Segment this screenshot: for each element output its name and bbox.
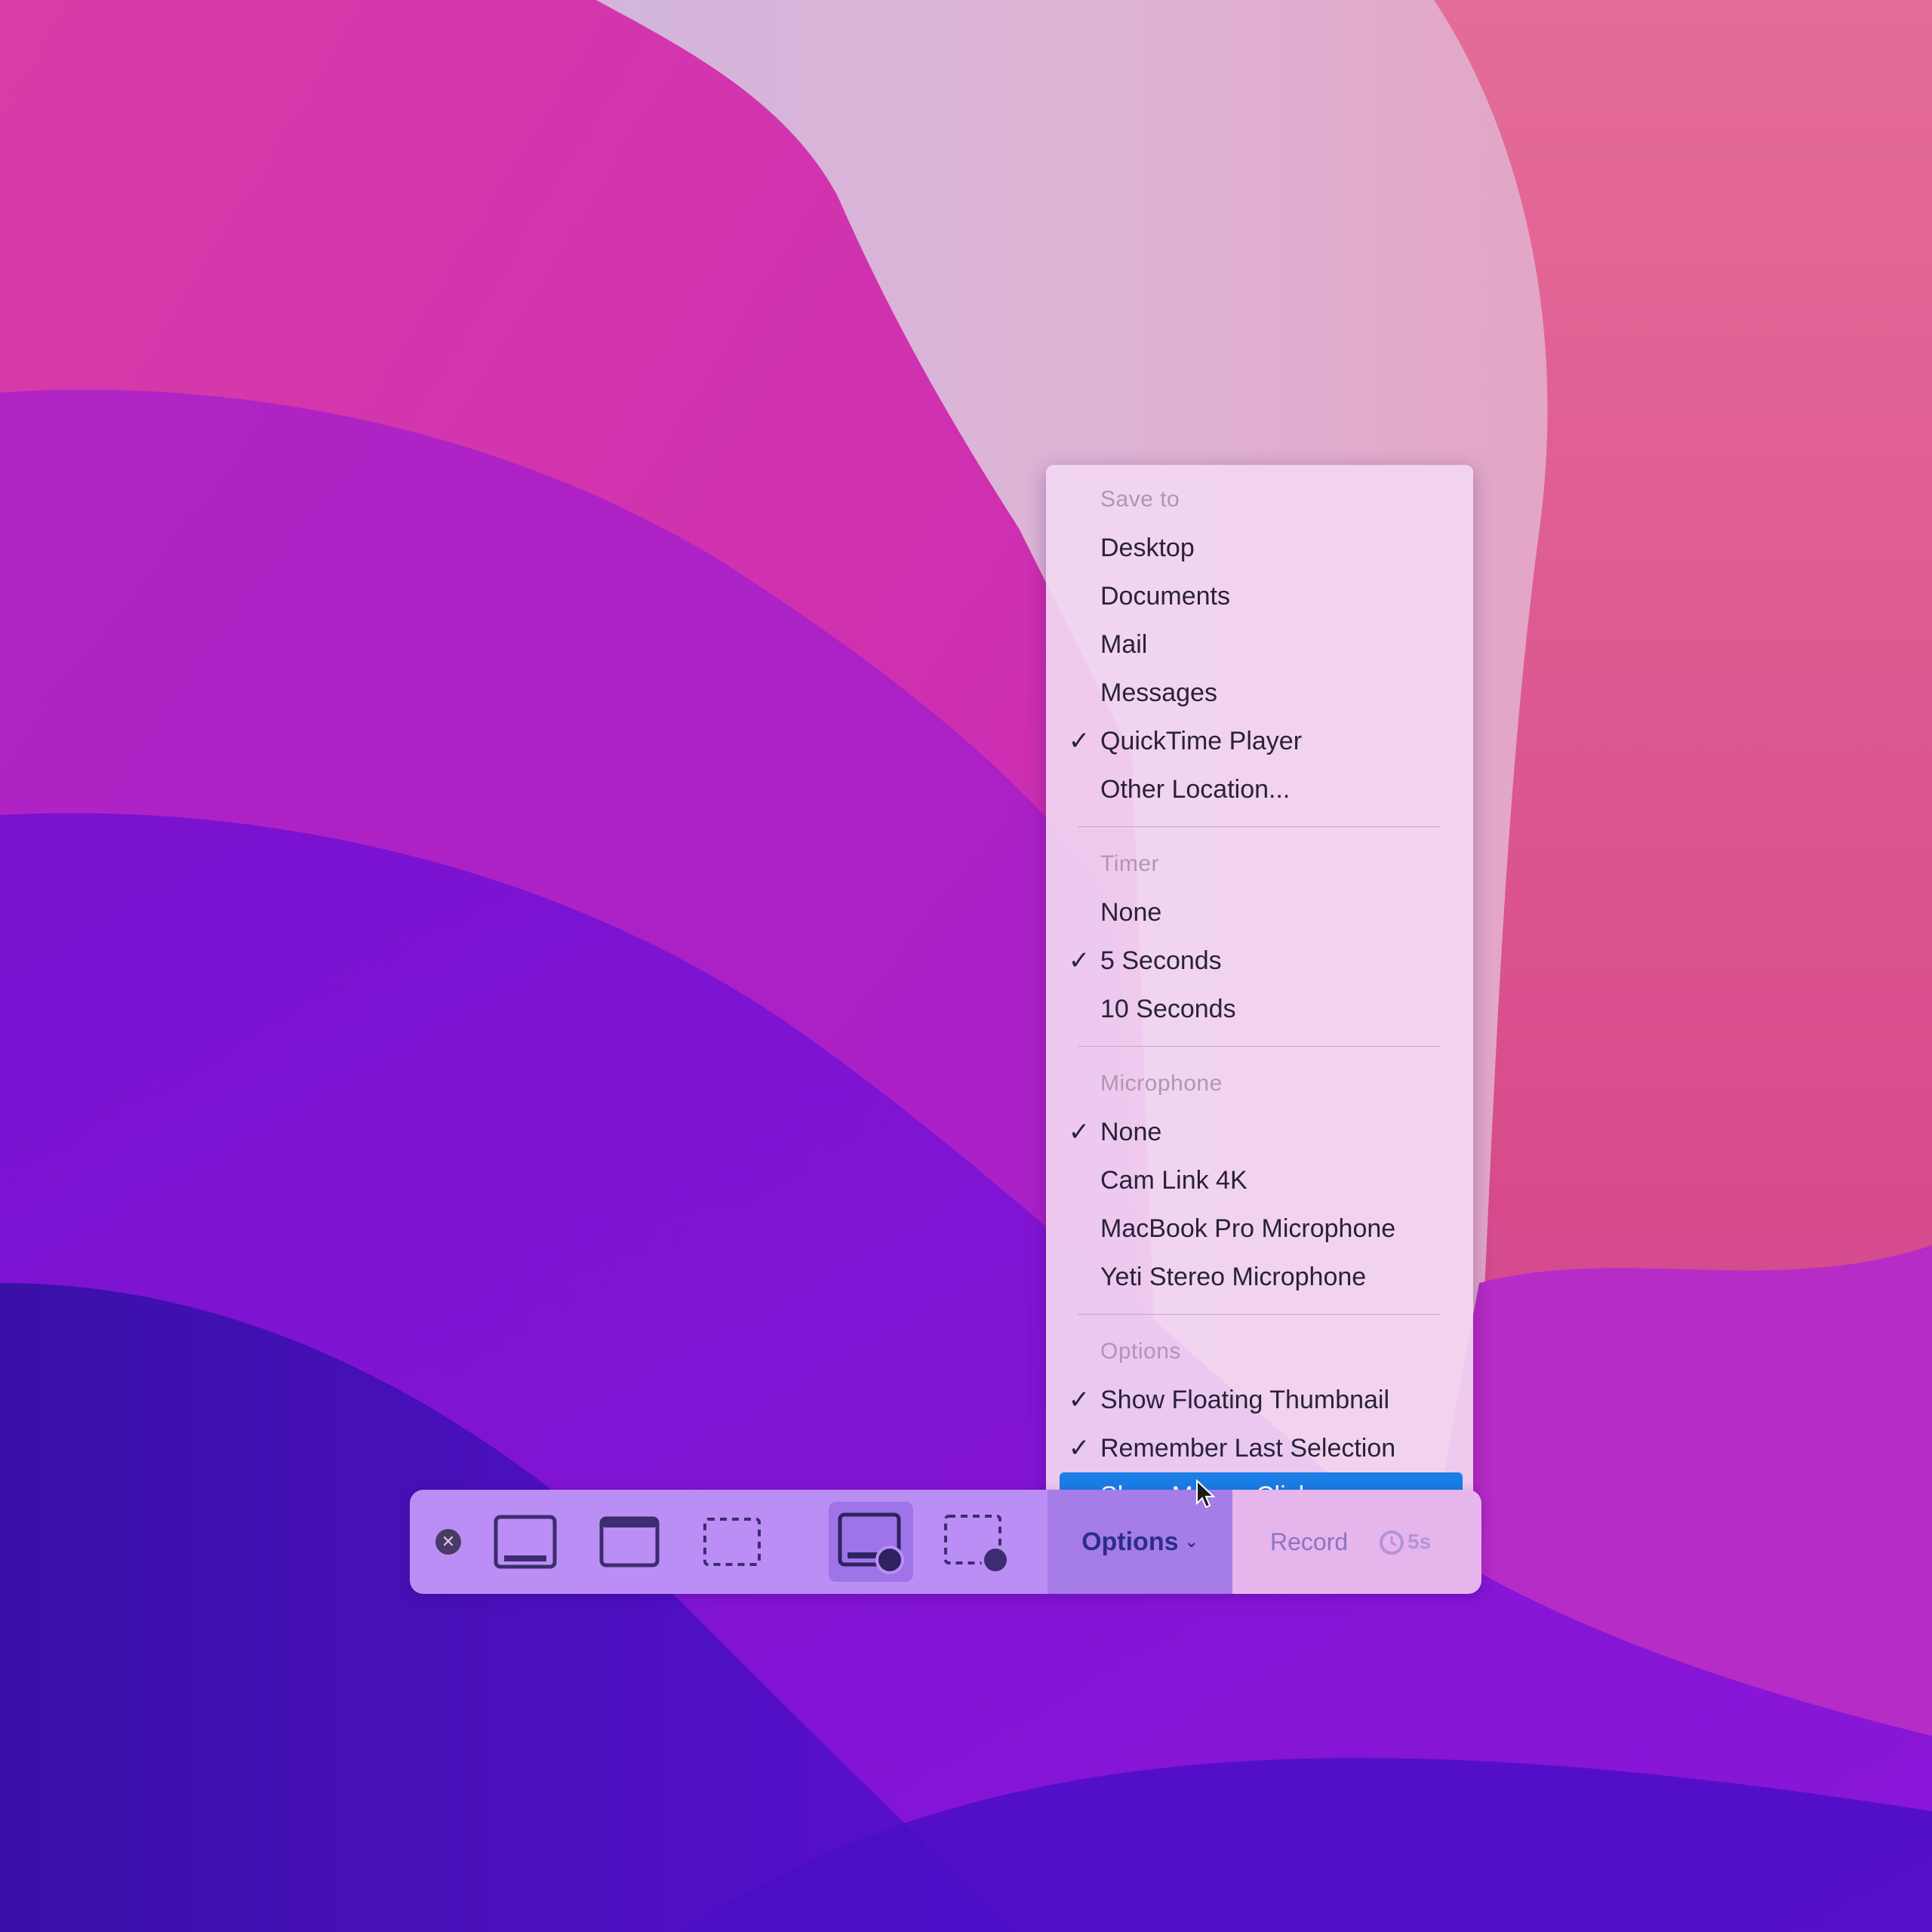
checkmark-icon: ✓ xyxy=(1068,946,1091,975)
menu-item-timer-10-seconds[interactable]: 10 Seconds xyxy=(1046,985,1473,1033)
menu-separator xyxy=(1078,1046,1440,1047)
chevron-down-icon: ⌄ xyxy=(1184,1532,1198,1551)
menu-item-label: None xyxy=(1100,1118,1162,1146)
capture-entire-screen-button[interactable] xyxy=(493,1514,558,1570)
screen-record-icon xyxy=(838,1512,904,1574)
menu-item-label: QuickTime Player xyxy=(1100,727,1303,755)
menu-item-label: None xyxy=(1100,898,1162,927)
capture-selected-window-button[interactable] xyxy=(597,1514,662,1570)
record-selected-portion-button[interactable] xyxy=(943,1509,1012,1576)
menu-item-label: Show Floating Thumbnail xyxy=(1100,1386,1390,1414)
menu-section-header-microphone: Microphone xyxy=(1100,1071,1223,1096)
dashed-selection-icon xyxy=(703,1518,761,1566)
menu-item-label: Other Location... xyxy=(1100,775,1291,804)
menu-item-label: 5 Seconds xyxy=(1100,946,1222,975)
menu-section-header-timer: Timer xyxy=(1100,851,1160,876)
menu-item-options-remember-last-selection[interactable]: ✓ Remember Last Selection xyxy=(1046,1424,1473,1472)
menu-item-label: MacBook Pro Microphone xyxy=(1100,1214,1396,1243)
desktop-wallpaper xyxy=(0,0,1932,1932)
menu-item-save-to-messages[interactable]: Messages xyxy=(1046,669,1473,717)
capture-selected-portion-button[interactable] xyxy=(700,1514,764,1570)
checkmark-icon: ✓ xyxy=(1068,1386,1091,1414)
menu-separator xyxy=(1078,1314,1440,1315)
menu-item-microphone-none[interactable]: ✓ None xyxy=(1046,1108,1473,1156)
menu-item-microphone-macbook-pro-microphone[interactable]: MacBook Pro Microphone xyxy=(1046,1204,1473,1253)
menu-item-save-to-desktop[interactable]: Desktop xyxy=(1046,524,1473,572)
screenshot-toolbar: ✕ Options ⌄ Record 5s xyxy=(410,1490,1481,1594)
menu-item-label: Cam Link 4K xyxy=(1100,1166,1247,1195)
menu-item-save-to-quicktime-player[interactable]: ✓ QuickTime Player xyxy=(1046,717,1473,765)
mouse-cursor-icon xyxy=(1196,1479,1215,1509)
menu-item-save-to-other-location[interactable]: Other Location... xyxy=(1046,765,1473,814)
close-button[interactable]: ✕ xyxy=(435,1529,461,1555)
menu-item-timer-5-seconds[interactable]: ✓ 5 Seconds xyxy=(1046,937,1473,985)
menu-item-save-to-mail[interactable]: Mail xyxy=(1046,620,1473,669)
menu-item-options-show-floating-thumbnail[interactable]: ✓ Show Floating Thumbnail xyxy=(1046,1376,1473,1424)
checkmark-icon: ✓ xyxy=(1068,1434,1091,1463)
menu-item-label: Mail xyxy=(1100,630,1148,659)
menu-item-label: Messages xyxy=(1100,678,1217,707)
checkmark-icon: ✓ xyxy=(1068,727,1091,755)
record-button[interactable]: Record xyxy=(1270,1490,1348,1594)
options-menu: Save to Desktop Documents Mail Messages ✓ Quic… xyxy=(1046,465,1473,1521)
timer-label: 5s xyxy=(1407,1530,1432,1553)
menu-section-header-options: Options xyxy=(1100,1339,1181,1364)
screen-icon xyxy=(494,1515,557,1569)
menu-item-microphone-cam-link-4k[interactable]: Cam Link 4K xyxy=(1046,1156,1473,1204)
menu-item-label: Yeti Stereo Microphone xyxy=(1100,1263,1367,1291)
menu-section-header-save-to: Save to xyxy=(1100,487,1180,512)
menu-item-label: Desktop xyxy=(1100,534,1195,562)
menu-item-microphone-yeti-stereo-microphone[interactable]: Yeti Stereo Microphone xyxy=(1046,1253,1473,1301)
window-icon xyxy=(599,1516,660,1567)
close-icon: ✕ xyxy=(441,1532,456,1551)
menu-item-save-to-documents[interactable]: Documents xyxy=(1046,572,1473,620)
record-entire-screen-button[interactable] xyxy=(837,1509,906,1576)
timer-icon xyxy=(1380,1531,1404,1555)
menu-item-timer-none[interactable]: None xyxy=(1046,888,1473,937)
options-label: Options xyxy=(1081,1527,1179,1556)
menu-item-label: Documents xyxy=(1100,582,1230,611)
menu-item-label: 10 Seconds xyxy=(1100,995,1236,1023)
checkmark-icon: ✓ xyxy=(1068,1118,1091,1146)
dashed-record-icon xyxy=(944,1515,1010,1574)
menu-item-label: Remember Last Selection xyxy=(1100,1434,1396,1463)
menu-separator xyxy=(1078,826,1440,827)
